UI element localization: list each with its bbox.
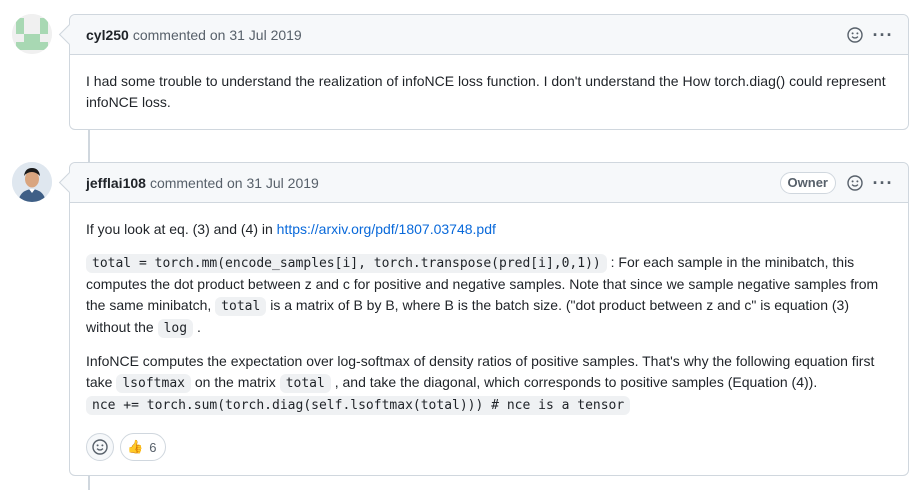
comment-paragraph: InfoNCE computes the expectation over lo… <box>86 351 892 416</box>
paragraph-text: on the matrix <box>190 374 280 390</box>
inline-code: total <box>279 374 331 393</box>
comment-action: commented on <box>149 174 243 191</box>
inline-code: total <box>215 297 267 316</box>
timeline-connector <box>88 474 90 490</box>
thumbs-up-reaction[interactable]: 👍 6 <box>120 433 167 461</box>
avatar[interactable] <box>12 14 52 54</box>
paragraph-text: . <box>193 319 201 335</box>
comment-body: If you look at eq. (3) and (4) in https:… <box>70 203 908 416</box>
reaction-count: 6 <box>149 439 157 455</box>
comment-body: I had some trouble to understand the rea… <box>70 55 908 113</box>
comment-author[interactable]: cyl250 <box>86 27 129 43</box>
inline-code: lsoftmax <box>116 374 191 393</box>
paper-link[interactable]: https://arxiv.org/pdf/1807.03748.pdf <box>277 221 496 237</box>
comment-date-link[interactable]: 31 Jul 2019 <box>246 175 318 191</box>
avatar[interactable] <box>12 162 52 202</box>
smiley-icon <box>92 439 108 455</box>
comment: jefflai108 commented on 31 Jul 2019 Owne… <box>69 162 909 476</box>
inline-code: nce += torch.sum(torch.diag(self.lsoftma… <box>86 396 631 415</box>
timeline-connector <box>88 128 90 164</box>
inline-code: total = torch.mm(encode_samples[i], torc… <box>86 254 607 273</box>
smiley-icon[interactable] <box>846 174 864 192</box>
comment-paragraph: total = torch.mm(encode_samples[i], torc… <box>86 252 892 339</box>
comment-actions: Owner ··· <box>779 171 893 194</box>
comment-actions: ··· <box>846 26 893 44</box>
reactions-bar: 👍 6 <box>86 433 167 461</box>
paragraph-text: , and take the diagonal, which correspon… <box>330 374 818 390</box>
kebab-horizontal-icon[interactable]: ··· <box>873 26 893 44</box>
smiley-icon[interactable] <box>846 26 864 44</box>
comment-author[interactable]: jefflai108 <box>86 175 146 191</box>
user-photo-icon <box>12 162 52 202</box>
owner-badge: Owner <box>779 171 836 194</box>
comment-date-link[interactable]: 31 Jul 2019 <box>229 27 301 43</box>
kebab-horizontal-icon[interactable]: ··· <box>873 174 893 192</box>
comment-header: cyl250 commented on 31 Jul 2019 ··· <box>70 15 908 55</box>
comment-header: jefflai108 commented on 31 Jul 2019 Owne… <box>70 163 908 203</box>
inline-code: log <box>157 319 194 338</box>
identicon-icon <box>12 14 52 54</box>
comment-meta: commented on 31 Jul 2019 <box>150 175 319 191</box>
comment: cyl250 commented on 31 Jul 2019 ··· I ha… <box>69 14 909 130</box>
paragraph-text: If you look at eq. (3) and (4) in <box>86 221 277 237</box>
thumbs-up-icon: 👍 <box>127 439 144 454</box>
comment-text: I had some trouble to understand the rea… <box>86 73 886 110</box>
comment-action: commented on <box>132 26 226 43</box>
add-reaction-button[interactable] <box>86 433 114 461</box>
comment-meta: commented on 31 Jul 2019 <box>133 27 302 43</box>
comment-paragraph: If you look at eq. (3) and (4) in https:… <box>86 219 892 240</box>
